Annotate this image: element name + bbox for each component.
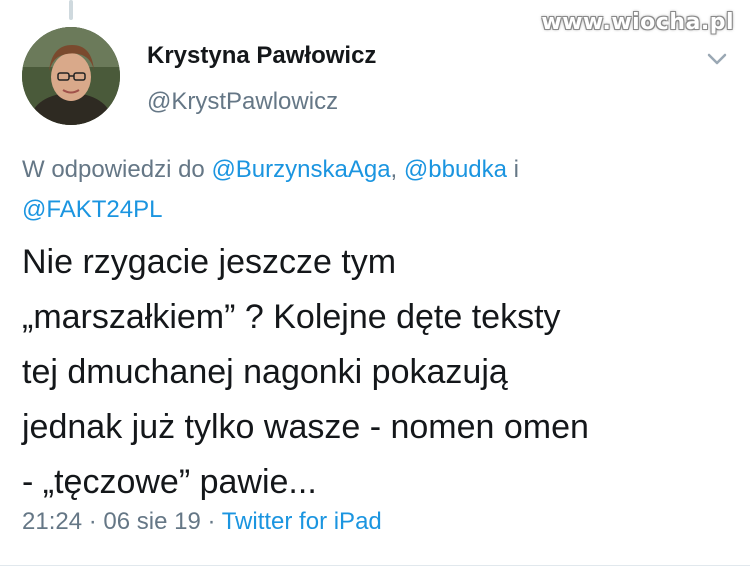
mention-link[interactable]: @BurzynskaAga xyxy=(211,156,390,183)
watermark: www.wiocha.pl xyxy=(541,10,734,35)
avatar[interactable] xyxy=(22,27,120,125)
reply-context: W odpowiedzi do @BurzynskaAga, @bbudka i… xyxy=(22,150,722,230)
tweet-source-link[interactable]: Twitter for iPad xyxy=(222,508,382,535)
tweet-meta: 21:24 · 06 sie 19 · Twitter for iPad xyxy=(22,508,382,536)
thread-connector-line xyxy=(69,0,73,20)
divider xyxy=(0,565,750,566)
reply-prefix: W odpowiedzi do xyxy=(22,156,212,183)
reply-separator: i xyxy=(507,156,519,183)
chevron-down-icon[interactable] xyxy=(706,52,728,66)
meta-separator: · xyxy=(200,508,222,535)
mention-link[interactable]: @FAKT24PL xyxy=(22,196,162,223)
meta-separator: · xyxy=(82,508,104,535)
tweet-time[interactable]: 21:24 xyxy=(22,508,82,535)
tweet-text: Nie rzygacie jeszcze tym „marszałkiem” ?… xyxy=(22,243,589,501)
reply-separator: , xyxy=(390,156,404,183)
tweet-date[interactable]: 06 sie 19 xyxy=(103,508,200,535)
mention-link[interactable]: @bbudka xyxy=(404,156,507,183)
author-handle[interactable]: @KrystPawlowicz xyxy=(147,88,338,116)
profile-photo-icon xyxy=(22,27,120,125)
author-name[interactable]: Krystyna Pawłowicz xyxy=(147,42,376,70)
